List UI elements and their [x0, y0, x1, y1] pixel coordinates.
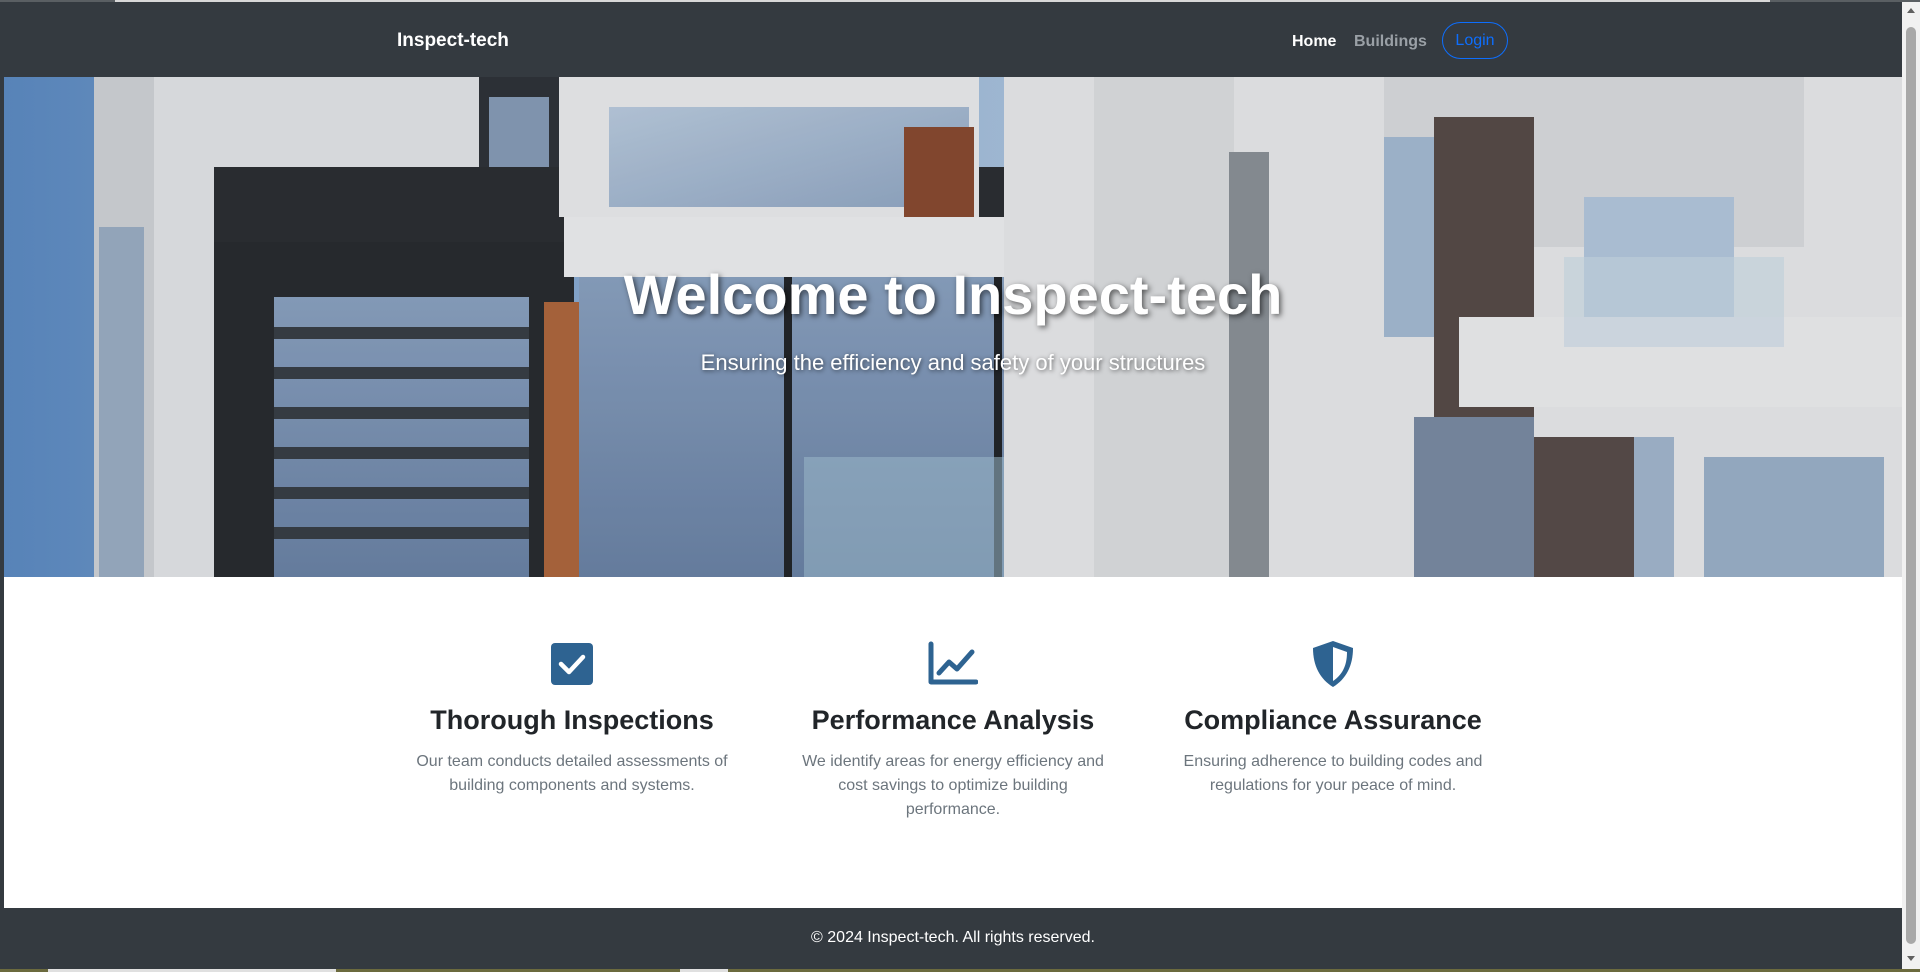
hero-section: Welcome to Inspect-tech Ensuring the eff… — [4, 77, 1902, 577]
navbar: Inspect-tech Home Buildings Login — [4, 2, 1902, 77]
scrollbar-thumb[interactable] — [1906, 27, 1916, 944]
hero-overlay — [4, 77, 1902, 577]
check-square-icon — [551, 643, 593, 685]
login-button[interactable]: Login — [1442, 22, 1508, 59]
browser-window: Inspect-tech Home Buildings Login Welcom… — [0, 0, 1920, 972]
page-viewport: Inspect-tech Home Buildings Login Welcom… — [4, 2, 1902, 969]
feature-description: Our team conducts detailed assessments o… — [416, 753, 728, 794]
feature-card-performance: Performance Analysis We identify areas f… — [783, 639, 1123, 822]
hero-subtitle: Ensuring the efficiency and safety of yo… — [700, 350, 1206, 375]
footer: © 2024 Inspect-tech. All rights reserved… — [4, 908, 1902, 969]
feature-title: Compliance Assurance — [1184, 705, 1482, 735]
brand-link[interactable]: Inspect-tech — [397, 30, 509, 52]
nav-link-buildings[interactable]: Buildings — [1354, 33, 1427, 51]
nav-link-home[interactable]: Home — [1292, 33, 1336, 51]
hero-title: Welcome to Inspect-tech — [623, 263, 1283, 326]
feature-card-inspections: Thorough Inspections Our team conducts d… — [402, 639, 742, 798]
shield-icon — [1313, 641, 1353, 687]
feature-description: Ensuring adherence to building codes and… — [1183, 753, 1483, 794]
feature-title: Performance Analysis — [811, 705, 1095, 735]
scroll-up-arrow-icon[interactable] — [1907, 8, 1915, 13]
footer-copyright: © 2024 Inspect-tech. All rights reserved… — [811, 929, 1095, 946]
feature-description: We identify areas for energy efficiency … — [802, 753, 1104, 818]
feature-title: Thorough Inspections — [430, 705, 714, 735]
scroll-down-arrow-icon[interactable] — [1907, 956, 1915, 961]
feature-card-compliance: Compliance Assurance Ensuring adherence … — [1163, 639, 1503, 798]
chart-line-icon — [928, 641, 978, 685]
vertical-scrollbar[interactable] — [1902, 2, 1920, 969]
